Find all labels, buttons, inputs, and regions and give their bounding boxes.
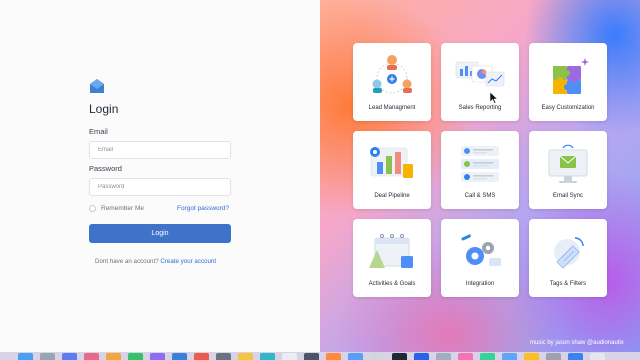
dock-app-icon[interactable]	[62, 352, 77, 360]
dock-app-icon[interactable]	[524, 352, 539, 360]
signup-prompt: Dont have an account? Create your accoun…	[95, 258, 216, 265]
dock-app-icon[interactable]	[546, 352, 561, 360]
dock-app-icon[interactable]	[568, 352, 583, 360]
feature-label: Activities & Goals	[368, 281, 416, 287]
feature-label: Easy Customization	[541, 105, 595, 111]
feature-card-integration[interactable]: Integration	[441, 219, 519, 297]
remember-me[interactable]: Remember Me	[89, 205, 144, 212]
dock-app-icon[interactable]	[502, 352, 517, 360]
feature-card-deal-pipeline[interactable]: Deal Pipeline	[353, 131, 431, 209]
dock-app-icon[interactable]	[326, 352, 341, 360]
create-account-link[interactable]: Create your account	[160, 258, 216, 265]
dock-app-icon[interactable]	[458, 352, 473, 360]
feature-card-tags-filters[interactable]: Tags & Filters	[529, 219, 607, 297]
app-logo-icon	[90, 79, 104, 93]
dock-app-icon[interactable]	[84, 352, 99, 360]
feature-label: Sales Reporting	[458, 105, 502, 111]
password-field[interactable]	[89, 178, 231, 196]
dock-app-icon[interactable]	[590, 352, 605, 360]
feature-card-lead-management[interactable]: Lead Managment	[353, 43, 431, 121]
gears-icon	[461, 234, 501, 266]
feature-label: Lead Managment	[368, 105, 416, 111]
feature-card-email-sync[interactable]: Email Sync	[529, 131, 607, 209]
puzzle-icon	[553, 58, 589, 94]
calendar-icon	[369, 234, 413, 268]
dock-app-icon[interactable]	[172, 352, 187, 360]
dock-app-icon[interactable]	[304, 352, 319, 360]
dock-app-icon[interactable]	[414, 352, 429, 360]
monitor-sync-icon	[548, 144, 588, 183]
dock-app-icon[interactable]	[282, 352, 297, 360]
dock-app-icon[interactable]	[128, 352, 143, 360]
dock-app-icon[interactable]	[194, 352, 209, 360]
report-charts-icon	[455, 61, 505, 87]
dock-app-icon[interactable]	[40, 352, 55, 360]
music-credit: music by jason shaw @audionautix	[530, 340, 624, 346]
login-button[interactable]: Login	[89, 224, 231, 243]
feature-label: Call & SMS	[464, 193, 496, 199]
password-label: Password	[89, 164, 122, 173]
dock-app-icon[interactable]	[436, 352, 451, 360]
dock-app-icon[interactable]	[260, 352, 275, 360]
dock-app-icon[interactable]	[216, 352, 231, 360]
remember-me-checkbox[interactable]	[89, 205, 96, 212]
email-label: Email	[89, 127, 108, 136]
dock-app-icon[interactable]	[348, 352, 363, 360]
email-field[interactable]	[89, 141, 231, 159]
login-panel: Login Email Password Remember Me Forgot …	[0, 0, 320, 352]
dock-app-icon[interactable]	[106, 352, 121, 360]
signup-prompt-text: Dont have an account?	[95, 258, 159, 265]
dock-app-icon[interactable]	[480, 352, 495, 360]
dock-finder-icon[interactable]	[18, 352, 33, 360]
forgot-password-link[interactable]: Forgot password?	[177, 205, 229, 212]
feature-card-call-sms[interactable]: Call & SMS	[441, 131, 519, 209]
tag-icon	[554, 237, 584, 269]
feature-label: Tags & Filters	[549, 281, 587, 287]
dock	[0, 352, 640, 360]
feature-label: Email Sync	[552, 193, 583, 199]
login-title: Login	[89, 102, 119, 116]
dock-app-icon[interactable]	[238, 352, 253, 360]
message-list-icon	[461, 146, 499, 182]
remember-me-label: Remember Me	[101, 205, 144, 212]
feature-label: Deal Pipeline	[374, 193, 410, 199]
mouse-cursor-icon	[490, 92, 498, 104]
dock-app-icon[interactable]	[150, 352, 165, 360]
feature-card-easy-customization[interactable]: Easy Customization	[529, 43, 607, 121]
bar-chart-board-icon	[370, 147, 413, 178]
people-network-icon	[372, 55, 412, 94]
dock-app-icon[interactable]	[370, 352, 385, 360]
dock-app-icon[interactable]	[392, 352, 407, 360]
features-panel: Lead Managment Sales Reporting Easy Cust…	[320, 0, 640, 352]
feature-card-activities-goals[interactable]: Activities & Goals	[353, 219, 431, 297]
feature-label: Integration	[465, 281, 495, 287]
feature-card-sales-reporting[interactable]: Sales Reporting	[441, 43, 519, 121]
